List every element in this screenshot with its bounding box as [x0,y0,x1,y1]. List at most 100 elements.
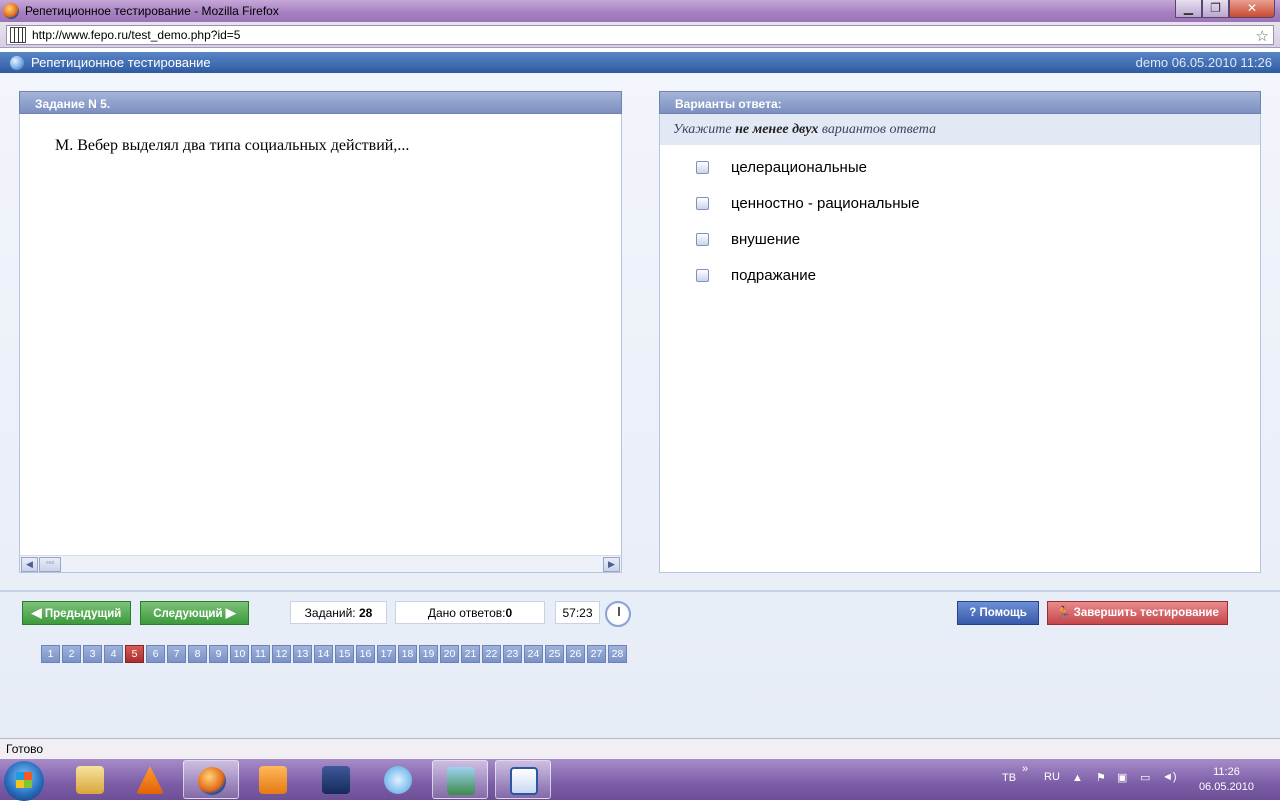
photo-icon [447,767,475,795]
bookmark-star-icon[interactable]: ☆ [1256,27,1269,45]
scroll-right-icon[interactable]: ▶ [603,557,620,572]
close-button[interactable]: ✕ [1229,0,1275,18]
question-icon: ? [969,607,977,619]
page-button[interactable]: 6 [146,645,165,663]
app-title: Репетиционное тестирование [31,55,211,70]
checkbox[interactable] [696,268,709,282]
vlc-taskbar-button[interactable] [122,760,178,799]
question-text: М. Вебер выделял два типа социальных дей… [55,137,410,154]
next-button[interactable]: Следующий ▶ [140,601,249,625]
page-button[interactable]: 4 [104,645,123,663]
page-button[interactable]: 3 [83,645,102,663]
maximize-button[interactable]: ❐ [1202,0,1229,18]
checkbox[interactable] [696,196,709,210]
navigation-bar: http://www.fepo.ru/test_demo.php?id=5 ☆ [0,22,1280,48]
tasks-label: Заданий: [304,606,356,620]
answer-option[interactable]: подражание [696,265,816,285]
page-button[interactable]: 21 [461,645,480,663]
tray-arrow-icon[interactable]: ▲ [1072,772,1083,784]
help-button[interactable]: ? Помощь [957,601,1039,625]
checkbox[interactable] [696,160,709,174]
task-header: Задание N 5. [19,91,622,114]
page-button[interactable]: 24 [524,645,543,663]
page-button[interactable]: 17 [377,645,396,663]
page-button[interactable]: 15 [335,645,354,663]
url-text[interactable]: http://www.fepo.ru/test_demo.php?id=5 [32,28,240,42]
answered-count-box: Дано ответов:0 [395,601,545,624]
itunes-icon [384,766,412,794]
page-button[interactable]: 22 [482,645,501,663]
answered-label: Дано ответов: [427,606,506,620]
page-button[interactable]: 16 [356,645,375,663]
hint-bold: не менее двух [735,122,819,137]
user-datetime: demo 06.05.2010 11:26 [1135,55,1272,70]
answer-option[interactable]: целерациональные [696,157,867,177]
task-panel: Задание N 5. М. Вебер выделял два типа с… [19,91,622,573]
page-button[interactable]: 13 [293,645,312,663]
page-button[interactable]: 12 [272,645,291,663]
answer-option-label[interactable]: целерациональные [731,159,867,176]
tray-date: 06.05.2010 [1198,781,1254,793]
window-titlebar: Репетиционное тестирование - Mozilla Fir… [0,0,1280,22]
floppy-icon [322,766,350,794]
answer-option[interactable]: внушение [696,229,800,249]
scroll-thumb[interactable]: ▫▫▫ [39,557,61,572]
divider [0,590,1280,592]
finish-test-button[interactable]: 🏃 Завершить тестирование [1047,601,1228,625]
firefox-taskbar-button[interactable] [183,760,239,799]
tray-lang-tv[interactable]: ТВ [1002,772,1016,784]
tray-expand-icon[interactable]: » [1022,763,1028,775]
help-label: Помощь [979,607,1027,619]
tray-clock[interactable]: 11:26 06.05.2010 [1199,765,1254,795]
word-taskbar-button[interactable] [495,760,551,799]
page-button[interactable]: 26 [566,645,585,663]
address-bar[interactable]: http://www.fepo.ru/test_demo.php?id=5 ☆ [6,25,1274,45]
hint-suffix: вариантов ответа [818,122,936,137]
answer-option-label[interactable]: ценностно - рациональные [731,195,920,212]
page-button[interactable]: 20 [440,645,459,663]
network-icon[interactable]: ⚑ [1096,771,1106,784]
volume-icon[interactable]: ◄) [1162,771,1177,783]
page-button[interactable]: 11 [251,645,270,663]
arrow-left-icon: ◀ [31,605,42,620]
app-header: Репетиционное тестирование demo 06.05.20… [0,52,1280,73]
page-button[interactable]: 2 [62,645,81,663]
tray-lang-ru[interactable]: RU [1044,771,1060,783]
word-icon [510,767,538,795]
taskbar: ТВ » RU ▲ ⚑ ▣ ▭ ◄) 11:26 06.05.2010 [0,759,1280,801]
page-button[interactable]: 8 [188,645,207,663]
media-player-taskbar-button[interactable] [245,760,301,799]
monitor-icon[interactable]: ▭ [1140,771,1150,784]
previous-button[interactable]: ◀ Предыдущий [22,601,131,625]
page-button[interactable]: 27 [587,645,606,663]
page-button[interactable]: 19 [419,645,438,663]
start-button[interactable] [4,761,44,801]
main-area: Задание N 5. М. Вебер выделял два типа с… [0,73,1280,738]
itunes-taskbar-button[interactable] [370,760,426,799]
scroll-left-icon[interactable]: ◀ [21,557,38,572]
next-label: Следующий [153,608,223,620]
answer-option-label[interactable]: внушение [731,231,800,248]
timer: 57:23 [555,601,600,624]
minimize-button[interactable]: ▁ [1175,0,1202,18]
horizontal-scrollbar[interactable]: ◀ ▫▫▫ ▶ [20,555,621,572]
answer-option-label[interactable]: подражание [731,267,816,284]
page-button[interactable]: 5 [125,645,144,663]
firefox-icon [198,767,226,795]
checkbox[interactable] [696,232,709,246]
answers-header: Варианты ответа: [659,91,1261,114]
page-button[interactable]: 23 [503,645,522,663]
page-button[interactable]: 7 [167,645,186,663]
page-button[interactable]: 28 [608,645,627,663]
file-explorer-taskbar-button[interactable] [62,760,118,799]
answer-option[interactable]: ценностно - рациональные [696,193,920,213]
page-button[interactable]: 18 [398,645,417,663]
photo-viewer-taskbar-button[interactable] [432,760,488,799]
page-button[interactable]: 25 [545,645,564,663]
page-button[interactable]: 1 [41,645,60,663]
safely-remove-icon[interactable]: ▣ [1117,771,1127,784]
save-taskbar-button[interactable] [308,760,364,799]
page-button[interactable]: 9 [209,645,228,663]
page-button[interactable]: 10 [230,645,249,663]
page-button[interactable]: 14 [314,645,333,663]
